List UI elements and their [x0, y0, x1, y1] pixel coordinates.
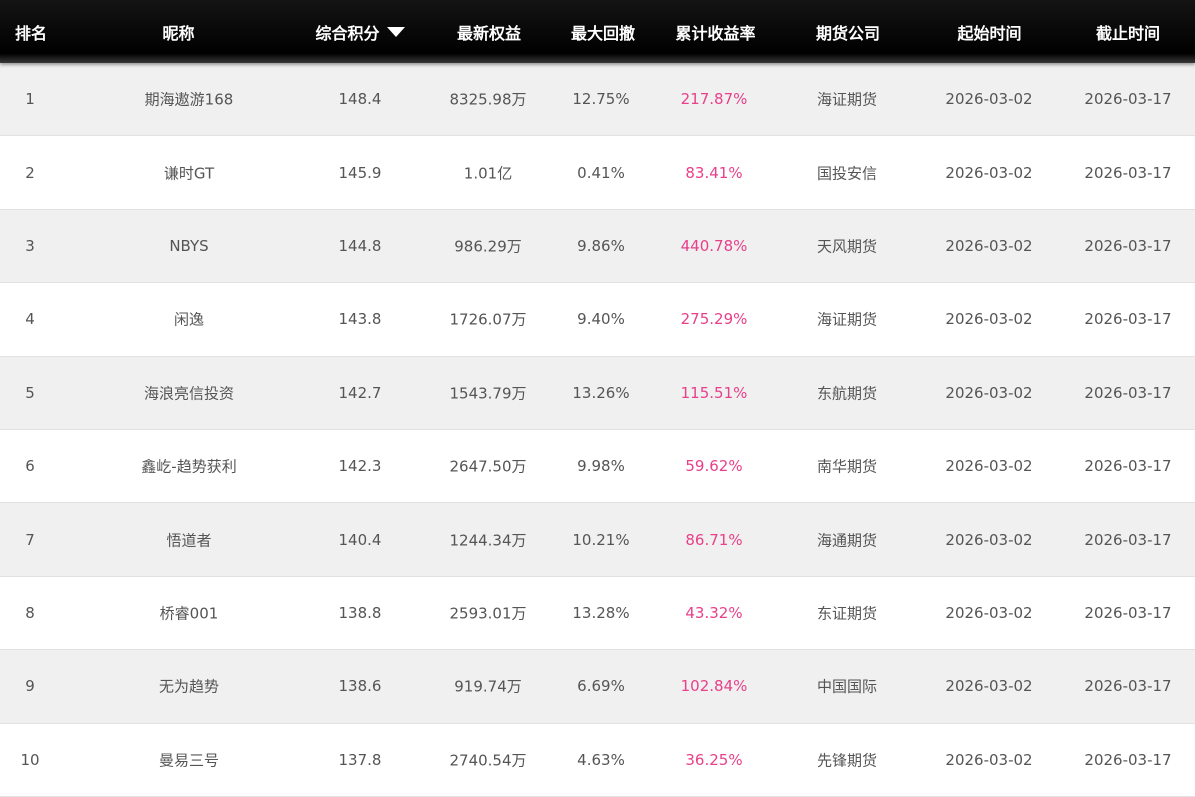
- row-nickname: 闲逸: [173, 310, 204, 329]
- table-row[interactable]: 9 无为趋势 138.6 919.74万 6.69% 102.84% 中国国际 2026-03…: [0, 650, 1195, 724]
- table-row[interactable]: 5 海浪亮信投资 142.7 1543.79万 13.26% 115.51% 东航期货 202…: [0, 356, 1195, 430]
- table-row[interactable]: 8 桥睿001 138.8 2593.01万 13.28% 43.32% 东证期货 2026-…: [0, 576, 1195, 651]
- row-end-date: 2026-03-17: [1084, 383, 1172, 402]
- header-score-sortable[interactable]: 综合积分: [295, 0, 425, 63]
- row-nickname: 无为趋势: [158, 677, 219, 696]
- header-company[interactable]: 期货公司: [778, 0, 918, 63]
- table-row[interactable]: 6 鑫屹-趋势获利 142.3 2647.50万 9.98% 59.62% 南华期货 2026…: [0, 429, 1195, 504]
- header-drawdown[interactable]: 最大回撤: [553, 0, 653, 63]
- header-rank[interactable]: 排名: [0, 0, 62, 63]
- row-nickname: 期海遨游168: [144, 90, 234, 109]
- row-nickname: 谦时GT: [163, 164, 215, 183]
- row-nickname: 悟道者: [166, 531, 212, 550]
- header-equity[interactable]: 最新权益: [425, 0, 553, 63]
- row-end-date: 2026-03-17: [1084, 603, 1172, 622]
- header-nickname[interactable]: 昵称: [62, 0, 295, 63]
- row-nickname: 海浪亮信投资: [143, 384, 234, 403]
- table-row[interactable]: 7 悟道者 140.4 1244.34万 10.21% 86.71% 海通期货 2026-03…: [0, 503, 1195, 577]
- table-row[interactable]: 1 期海遨游168 148.4 8325.98万 12.75% 217.87% 海证期货 20…: [0, 63, 1195, 137]
- row-end-date: 2026-03-17: [1084, 163, 1172, 182]
- row-end-date: 2026-03-17: [1084, 236, 1172, 255]
- table-row[interactable]: 3 NBYS 144.8 986.29万 9.86% 440.78% 天风期货 2026-03…: [0, 209, 1195, 284]
- row-nickname: 曼易三号: [158, 751, 219, 770]
- row-nickname: NBYS: [169, 236, 209, 255]
- table-row[interactable]: 10 曼易三号 137.8 2740.54万 4.63% 36.25% 先锋期货 2026-0…: [0, 723, 1195, 797]
- table-row[interactable]: 4 闲逸 143.8 1726.07万 9.40% 275.29% 海证期货 2026-03-…: [0, 283, 1195, 357]
- ranking-table: 排名 昵称 综合积分 最新权益 最大回撤 累计收益率 期货公司 起始时间 截止时…: [0, 0, 1195, 797]
- table-row[interactable]: 2 谦时GT 145.9 1.01亿 0.41% 83.41% 国投安信 2026-03-02…: [0, 136, 1195, 210]
- row-end-date: 2026-03-17: [1084, 457, 1172, 476]
- header-start[interactable]: 起始时间: [918, 0, 1061, 63]
- table-header: 排名 昵称 综合积分 最新权益 最大回撤 累计收益率 期货公司 起始时间 截止时…: [0, 0, 1195, 63]
- header-return[interactable]: 累计收益率: [653, 0, 778, 63]
- row-end-date: 2026-03-17: [1084, 750, 1172, 769]
- row-nickname: 桥睿001: [159, 604, 219, 623]
- header-end[interactable]: 截止时间: [1061, 0, 1195, 63]
- row-end-date: 2026-03-17: [1084, 90, 1172, 109]
- table-body: 1 期海遨游168 148.4 8325.98万 12.75% 217.87% 海证期货 20…: [0, 63, 1195, 797]
- header-score-label: 综合积分: [315, 23, 380, 43]
- row-end-date: 2026-03-17: [1084, 310, 1172, 329]
- row-end-date: 2026-03-17: [1084, 530, 1172, 549]
- row-end-date: 2026-03-17: [1084, 677, 1172, 696]
- triangle-down-icon: [386, 26, 405, 37]
- row-nickname: 鑫屹-趋势获利: [141, 457, 237, 476]
